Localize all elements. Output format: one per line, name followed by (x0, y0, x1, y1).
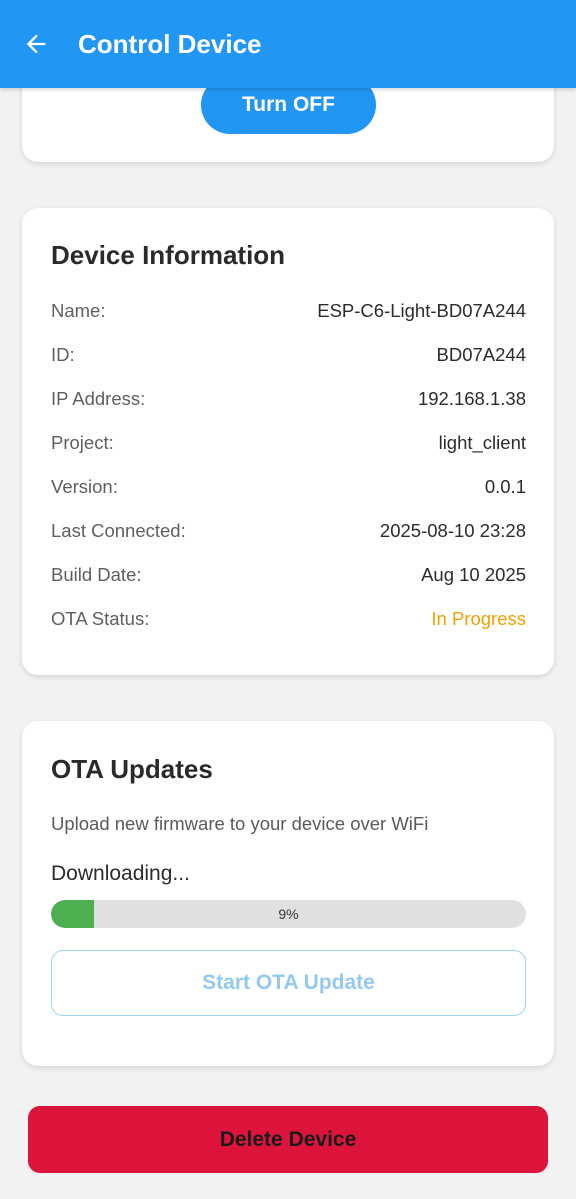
info-row-name: Name: ESP-C6-Light-BD07A244 (51, 297, 526, 325)
info-row-last-connected: Last Connected: 2025-08-10 23:28 (51, 517, 526, 545)
info-value: BD07A244 (436, 344, 526, 365)
info-value: 192.168.1.38 (417, 388, 526, 409)
back-button[interactable] (18, 26, 54, 62)
info-label: Build Date: (51, 564, 142, 585)
ota-updates-title: OTA Updates (51, 754, 213, 784)
device-information-card: Device Information Name: ESP-C6-Light-BD… (22, 208, 554, 675)
info-label: Last Connected: (51, 520, 186, 541)
info-row-build-date: Build Date: Aug 10 2025 (51, 561, 526, 589)
ota-progress-bar: 9% (51, 900, 526, 928)
info-label: Name: (51, 300, 106, 321)
ota-description: Upload new firmware to your device over … (51, 813, 429, 834)
info-value: 2025-08-10 23:28 (379, 520, 526, 541)
info-value: Aug 10 2025 (421, 564, 526, 585)
info-row-ota-status: OTA Status: In Progress (51, 605, 526, 633)
info-label: Project: (51, 432, 114, 453)
info-label: ID: (51, 344, 75, 365)
info-row-id: ID: BD07A244 (51, 341, 526, 369)
arrow-left-icon (26, 34, 46, 54)
app-bar: Control Device (0, 0, 576, 88)
page-title: Control Device (78, 29, 262, 59)
info-value: 0.0.1 (484, 476, 526, 497)
info-label: OTA Status: (51, 608, 150, 629)
ota-status-badge: In Progress (431, 608, 526, 629)
ota-state-text: Downloading... (51, 862, 190, 885)
ota-updates-card: OTA Updates Upload new firmware to your … (22, 721, 554, 1066)
info-row-ip-address: IP Address: 192.168.1.38 (51, 385, 526, 413)
ota-progress-label: 9% (278, 906, 299, 922)
info-value: ESP-C6-Light-BD07A244 (317, 300, 526, 321)
info-row-project: Project: light_client (51, 429, 526, 457)
info-value: light_client (438, 432, 526, 453)
info-row-version: Version: 0.0.1 (51, 473, 526, 501)
start-ota-update-button[interactable]: Start OTA Update (51, 950, 526, 1016)
info-label: IP Address: (51, 388, 146, 409)
delete-device-button[interactable]: Delete Device (28, 1106, 548, 1173)
device-information-title: Device Information (51, 240, 286, 270)
info-label: Version: (51, 476, 118, 497)
